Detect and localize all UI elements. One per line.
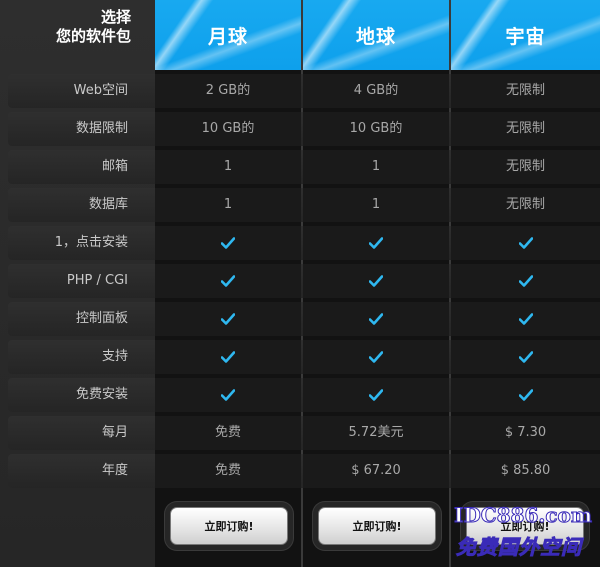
value-earth: 1 <box>371 159 381 174</box>
value-universe: 无限制 <box>505 197 545 212</box>
table-row: 1，点击安装 <box>8 226 600 260</box>
table-row: 每月 免费 5.72美元 $ 7.30 <box>8 416 600 450</box>
watermark-line1: IDC886.com <box>453 503 593 528</box>
check-icon <box>155 226 301 260</box>
value-moon: 2 GB的 <box>205 83 251 98</box>
value-universe: $ 7.30 <box>504 425 547 440</box>
feature-label: 年度 <box>101 463 128 478</box>
choose-package-heading: 选择 您的软件包 <box>0 8 131 46</box>
check-icon <box>155 264 301 298</box>
feature-label: 1，点击安装 <box>54 235 128 250</box>
order-now-button-moon[interactable]: 立即订购! <box>170 507 288 545</box>
value-earth: 5.72美元 <box>348 425 404 440</box>
value-moon: 1 <box>223 197 233 212</box>
watermark: IDC886.com 免费国外空间 <box>452 503 600 563</box>
table-row: 支持 <box>8 340 600 374</box>
plan-header-moon: 月球 <box>155 0 301 70</box>
value-universe: 无限制 <box>505 121 545 136</box>
feature-label: 支持 <box>101 349 128 364</box>
choose-heading-line2: 您的软件包 <box>55 27 131 45</box>
check-icon <box>303 302 449 336</box>
feature-label: 数据库 <box>88 197 128 212</box>
plan-header-universe: 宇宙 <box>451 0 600 70</box>
check-icon <box>155 302 301 336</box>
table-row: 数据库 1 1 无限制 <box>8 188 600 222</box>
check-icon <box>155 378 301 412</box>
feature-label: 邮箱 <box>101 159 128 174</box>
value-moon: 1 <box>223 159 233 174</box>
value-earth: 10 GB的 <box>349 121 403 136</box>
table-row: Web空间 2 GB的 4 GB的 无限制 <box>8 74 600 108</box>
value-universe: $ 85.80 <box>500 463 551 478</box>
feature-label: Web空间 <box>73 83 128 98</box>
value-earth: 4 GB的 <box>353 83 399 98</box>
table-row: 免费安装 <box>8 378 600 412</box>
table-row: 数据限制 10 GB的 10 GB的 无限制 <box>8 112 600 146</box>
check-icon <box>451 340 600 374</box>
value-earth: $ 67.20 <box>351 463 401 478</box>
order-now-button-earth[interactable]: 立即订购! <box>318 507 436 545</box>
feature-label: 控制面板 <box>75 311 128 326</box>
check-icon <box>303 264 449 298</box>
table-row: 年度 免费 $ 67.20 $ 85.80 <box>8 454 600 488</box>
check-icon <box>451 226 600 260</box>
check-icon <box>303 340 449 374</box>
check-icon <box>303 226 449 260</box>
value-universe: 无限制 <box>505 83 545 98</box>
watermark-line2: 免费国外空间 <box>456 535 582 560</box>
check-icon <box>451 302 600 336</box>
check-icon <box>451 264 600 298</box>
choose-heading-line1: 选择 <box>100 8 131 26</box>
table-row: PHP / CGI <box>8 264 600 298</box>
check-icon <box>303 378 449 412</box>
value-moon: 免费 <box>214 425 241 440</box>
value-earth: 1 <box>371 197 381 212</box>
feature-label: 每月 <box>101 425 128 440</box>
feature-label: 免费安装 <box>75 387 128 402</box>
plan-header-earth: 地球 <box>303 0 449 70</box>
feature-label: PHP / CGI <box>66 273 128 288</box>
table-row: 邮箱 1 1 无限制 <box>8 150 600 184</box>
value-moon: 10 GB的 <box>201 121 255 136</box>
value-moon: 免费 <box>214 463 241 478</box>
check-icon <box>155 340 301 374</box>
table-row: 控制面板 <box>8 302 600 336</box>
check-icon <box>451 378 600 412</box>
feature-label: 数据限制 <box>75 121 128 136</box>
value-universe: 无限制 <box>505 159 545 174</box>
